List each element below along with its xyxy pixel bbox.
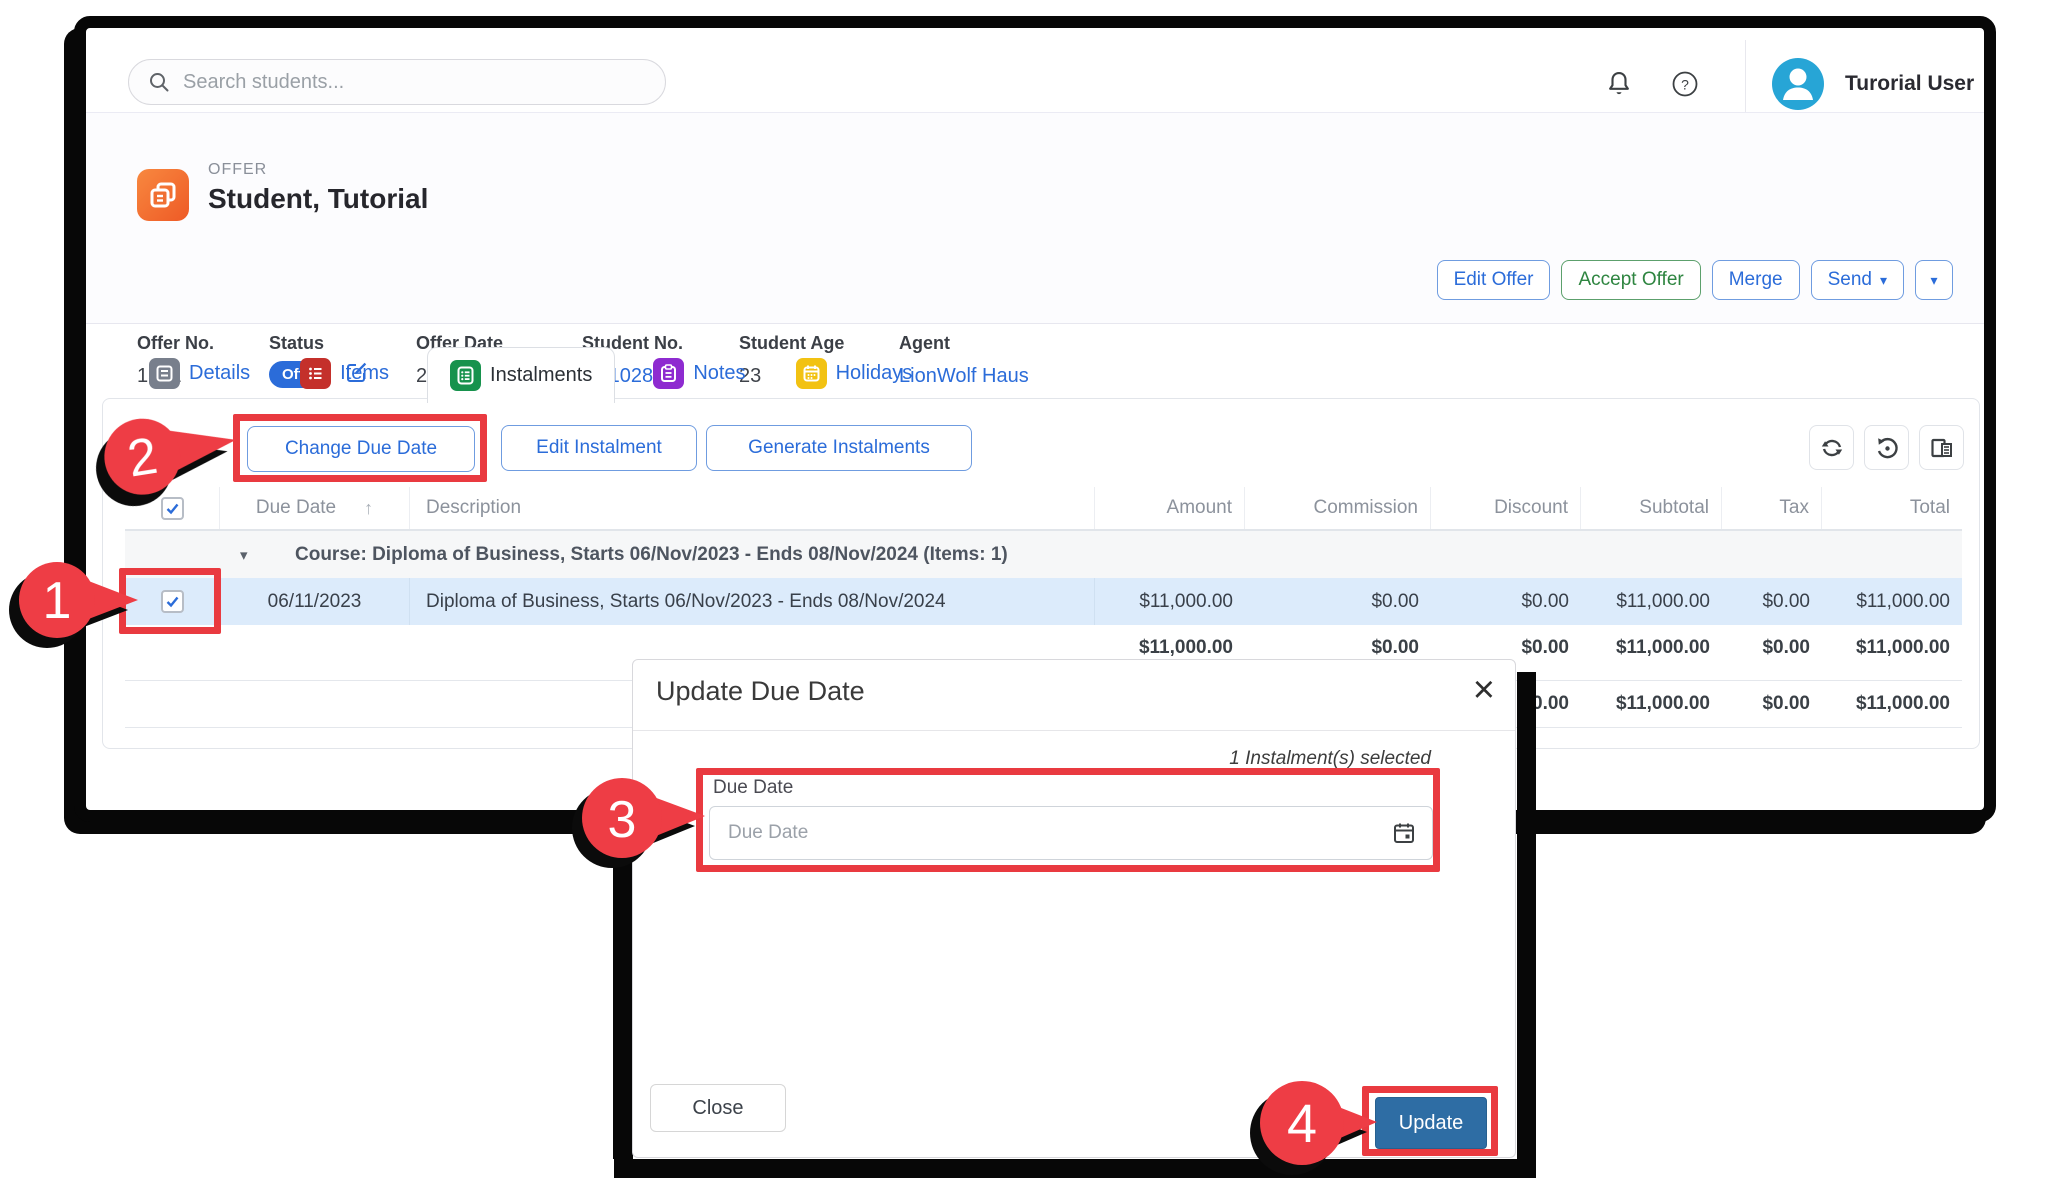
refresh-button[interactable]: [1809, 425, 1854, 470]
tab-holidays-label: Holidays: [836, 362, 913, 385]
accept-offer-button[interactable]: Accept Offer: [1561, 260, 1700, 300]
modal-shadow-left: [613, 856, 633, 1159]
instalments-table: Due Date ↑ Description Amount Commission…: [125, 487, 1962, 671]
page-title: Student, Tutorial: [208, 183, 428, 215]
row-amount: $11,000.00: [1095, 578, 1245, 625]
tab-items-label: Items: [340, 362, 389, 385]
col-description[interactable]: Description: [410, 487, 1095, 529]
col-total[interactable]: Total: [1822, 487, 1962, 529]
offer-actions: Edit Offer Accept Offer Merge Send ▾ ▾: [1437, 260, 1953, 300]
col-amount[interactable]: Amount: [1095, 487, 1245, 529]
subtotal-tax: $0.00: [1722, 637, 1822, 659]
tab-notes[interactable]: Notes: [641, 347, 757, 400]
refresh-icon: [1819, 435, 1845, 461]
user-icon: [1772, 58, 1824, 110]
modal-title: Update Due Date: [656, 676, 865, 707]
annotation-step-1: 1: [43, 572, 72, 630]
tab-details[interactable]: Details: [137, 347, 262, 400]
edit-offer-button[interactable]: Edit Offer: [1437, 260, 1551, 300]
subtotal-subtotal: $11,000.00: [1581, 637, 1722, 659]
close-icon[interactable]: ×: [1473, 664, 1495, 717]
bell-icon: [1604, 69, 1634, 99]
annotation-box-change-due-date: [233, 414, 487, 482]
offer-header-section: OFFER Student, Tutorial Edit Offer Accep…: [86, 112, 1984, 324]
tab-items[interactable]: Items: [288, 347, 401, 400]
row-total: $11,000.00: [1822, 578, 1962, 625]
user-name: Turorial User: [1845, 72, 1974, 96]
offer-icon: [137, 169, 189, 221]
items-icon: [300, 358, 331, 389]
topbar-divider: [1745, 40, 1746, 112]
col-tax[interactable]: Tax: [1722, 487, 1822, 529]
instalments-selected-note: 1 Instalment(s) selected: [1229, 748, 1431, 770]
modal-shadow-bottom: [614, 1159, 1536, 1178]
collapse-caret-icon[interactable]: ▾: [240, 546, 248, 564]
annotation-step-3: 3: [608, 791, 637, 849]
more-actions-button[interactable]: ▾: [1915, 260, 1953, 300]
avatar[interactable]: [1772, 58, 1824, 110]
search-input-wrapper[interactable]: [128, 59, 666, 105]
tab-instalments-label: Instalments: [490, 364, 592, 387]
subtotal-total: $11,000.00: [1822, 637, 1962, 659]
modal-divider: [633, 730, 1515, 731]
subtotal-commission: $0.00: [1245, 637, 1431, 659]
row-commission: $0.00: [1245, 578, 1431, 625]
subtotal-amount: $11,000.00: [1095, 637, 1245, 659]
help-button[interactable]: ?: [1667, 66, 1703, 102]
search-input[interactable]: [183, 71, 613, 94]
col-due-date[interactable]: Due Date ↑: [220, 487, 410, 529]
tab-notes-label: Notes: [693, 362, 745, 385]
tab-details-label: Details: [189, 362, 250, 385]
sort-asc-icon: ↑: [364, 498, 373, 519]
col-subtotal[interactable]: Subtotal: [1581, 487, 1722, 529]
course-group-label: Course: Diploma of Business, Starts 06/N…: [125, 544, 1008, 566]
tab-bar: Details Items Instalments: [137, 347, 924, 400]
total-subtotal: $11,000.00: [1581, 693, 1722, 715]
subtotal-discount: $0.00: [1431, 637, 1581, 659]
details-icon: [149, 358, 180, 389]
annotation-box-due-date-field: [696, 768, 1440, 872]
history-icon: [1874, 435, 1900, 461]
screenshot-page: ? Turorial User: [0, 0, 2047, 1202]
svg-text:?: ?: [1681, 77, 1689, 93]
notifications-button[interactable]: [1601, 66, 1637, 102]
close-button[interactable]: Close: [650, 1084, 786, 1132]
row-discount: $0.00: [1431, 578, 1581, 625]
total-total: $11,000.00: [1822, 693, 1962, 715]
annotation-pin-3: 3: [577, 768, 717, 868]
row-subtotal: $11,000.00: [1581, 578, 1722, 625]
columns-icon: [1929, 435, 1955, 461]
col-due-date-label: Due Date: [256, 497, 336, 519]
chevron-down-icon: ▾: [1930, 272, 1937, 289]
row-tax: $0.00: [1722, 578, 1822, 625]
row-due-date: 06/11/2023: [220, 578, 410, 625]
col-commission[interactable]: Commission: [1245, 487, 1431, 529]
generate-instalments-button[interactable]: Generate Instalments: [706, 425, 972, 471]
annotation-step-4: 4: [1287, 1094, 1317, 1154]
annotation-pin-1: 1: [12, 550, 152, 650]
instalments-icon: [450, 360, 481, 391]
notes-icon: [653, 358, 684, 389]
merge-button[interactable]: Merge: [1712, 260, 1800, 300]
tab-holidays[interactable]: Holidays: [784, 347, 925, 400]
edit-instalment-button[interactable]: Edit Instalment: [501, 425, 697, 471]
col-discount[interactable]: Discount: [1431, 487, 1581, 529]
chevron-down-icon: ▾: [1880, 272, 1887, 289]
history-button[interactable]: [1864, 425, 1909, 470]
tab-instalments[interactable]: Instalments: [427, 347, 615, 403]
row-description: Diploma of Business, Starts 06/Nov/2023 …: [410, 578, 1095, 625]
modal-shadow-right: [1517, 672, 1536, 1178]
search-icon: [147, 70, 171, 94]
column-settings-button[interactable]: [1919, 425, 1964, 470]
annotation-pin-4: 4: [1255, 1074, 1395, 1174]
send-button[interactable]: Send ▾: [1811, 260, 1904, 300]
send-label: Send: [1828, 269, 1872, 291]
total-tax: $0.00: [1722, 693, 1822, 715]
course-group-row[interactable]: ▾ Course: Diploma of Business, Starts 06…: [125, 531, 1962, 578]
help-icon: ?: [1670, 69, 1700, 99]
table-header-row: Due Date ↑ Description Amount Commission…: [125, 487, 1962, 531]
offer-kicker: OFFER: [208, 161, 267, 179]
instalment-row[interactable]: 06/11/2023 Diploma of Business, Starts 0…: [125, 578, 1962, 625]
holidays-icon: [796, 358, 827, 389]
